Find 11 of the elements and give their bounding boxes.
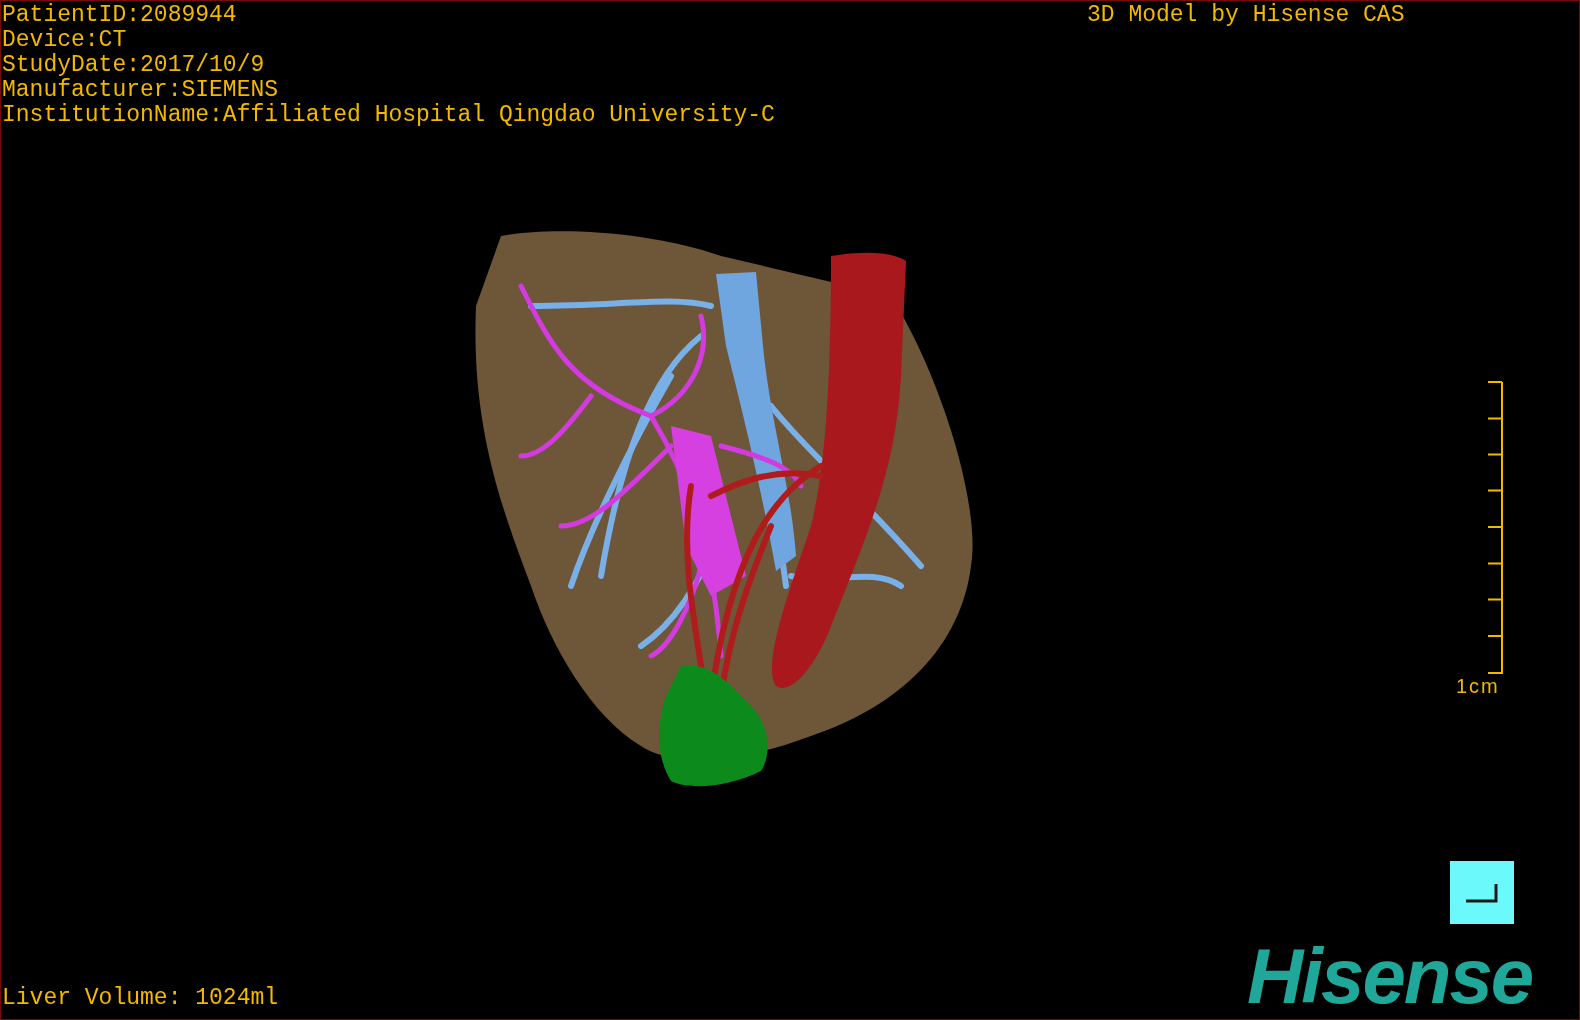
patient-info-line: PatientID:2089944 [2,3,238,28]
liver-volume: Liver Volume: 1024ml [2,986,279,1011]
patient-info-line: Manufacturer:SIEMENS [2,78,280,103]
brand-logo: Hisense [1247,936,1533,1016]
corner-button[interactable] [1450,861,1514,924]
patient-info-line: Device:CT [2,28,128,53]
patient-info-line: StudyDate:2017/10/9 [2,53,266,78]
patient-info-line: InstitutionName:Affiliated Hospital Qingdao University-C [2,103,775,128]
scale-label: 1cm [1456,675,1500,697]
corner-icon [1465,881,1499,904]
viewer-title: 3D Model by Hisense CAS [1087,3,1405,28]
